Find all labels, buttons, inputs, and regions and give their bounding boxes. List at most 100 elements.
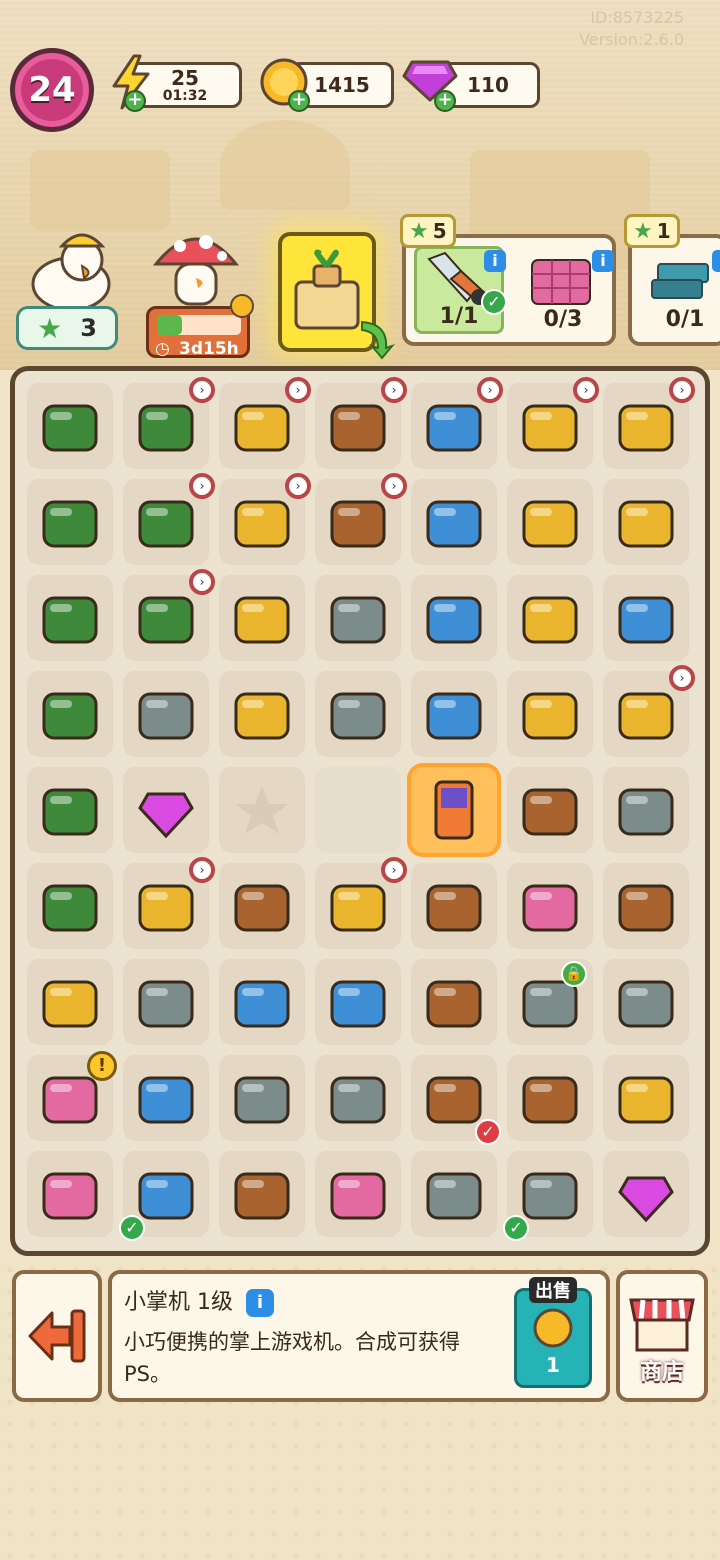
timer-icon: › [381, 857, 407, 883]
board-cell[interactable] [219, 575, 305, 661]
order-slot-count: 0/1 [665, 307, 705, 332]
board-cell[interactable] [603, 767, 689, 853]
board-cell[interactable] [27, 671, 113, 757]
info-icon[interactable]: i [246, 1289, 274, 1317]
board-cell[interactable]: › [123, 473, 215, 565]
board-cell[interactable]: ✓ [411, 1055, 501, 1145]
sell-price: 1 [546, 1353, 560, 1377]
board-cell[interactable]: ✓ [119, 1151, 209, 1241]
board-cell[interactable] [507, 671, 593, 757]
sell-button[interactable]: 出售 1 [514, 1277, 592, 1388]
board-cell[interactable] [27, 767, 113, 853]
shop-icon [629, 1298, 695, 1352]
board-cell[interactable] [411, 863, 497, 949]
board-cell[interactable]: › [123, 377, 215, 469]
player-level-badge[interactable]: 24 [10, 48, 94, 132]
order-card-1[interactable]: 1/1 ✓ 0/3 i i [402, 234, 616, 346]
board-cell[interactable] [219, 671, 305, 757]
board-cell[interactable] [27, 863, 113, 949]
board-cell[interactable] [603, 863, 689, 949]
info-icon[interactable]: i [484, 250, 506, 272]
board-cell[interactable] [27, 575, 113, 661]
board-cell[interactable] [603, 1055, 689, 1141]
board-cell[interactable] [507, 575, 593, 661]
pear-brochure-icon [138, 692, 194, 740]
board-cell[interactable] [219, 767, 305, 853]
board-cell[interactable] [27, 383, 113, 469]
robot-vacuum-box-icon [426, 404, 482, 452]
duck-worker-character[interactable] [26, 226, 116, 310]
board-cell[interactable] [27, 479, 113, 565]
board-cell[interactable] [411, 479, 497, 565]
board-cell[interactable] [219, 863, 305, 949]
board-cell[interactable] [507, 767, 593, 853]
exit-button[interactable] [12, 1270, 102, 1402]
board-cell[interactable] [123, 959, 209, 1045]
board-cell[interactable]: › [315, 857, 407, 949]
board-cell[interactable] [123, 1055, 209, 1141]
board-cell[interactable]: › [219, 377, 311, 469]
board-cell[interactable] [315, 1055, 401, 1141]
timer-icon: › [573, 377, 599, 403]
board-cell[interactable] [219, 959, 305, 1045]
board-cell[interactable] [27, 959, 113, 1045]
board-cell[interactable]: ✓ [503, 1151, 593, 1241]
board-cell[interactable] [603, 959, 689, 1045]
blue-capacitors-icon [426, 692, 482, 740]
timer-icon: › [285, 377, 311, 403]
board-cell[interactable] [27, 1151, 113, 1237]
board-cell[interactable]: › [603, 665, 695, 757]
board-cell[interactable] [603, 479, 689, 565]
board-cell[interactable] [411, 1151, 497, 1237]
order-card-2[interactable]: 0/1 i [628, 234, 720, 346]
board-cell[interactable] [507, 479, 593, 565]
info-icon[interactable]: i [712, 250, 720, 272]
shop-button[interactable]: 商店 [616, 1270, 708, 1402]
timer-icon: › [477, 377, 503, 403]
board-cell[interactable] [411, 671, 497, 757]
bg-box [30, 150, 170, 230]
board-cell[interactable]: › [123, 857, 215, 949]
board-cell[interactable]: › [603, 377, 695, 469]
board-cell[interactable] [315, 767, 401, 853]
board-cell[interactable]: › [507, 377, 599, 469]
board-cell[interactable] [507, 1055, 593, 1141]
board-cell[interactable]: › [219, 473, 311, 565]
board-cell[interactable] [603, 575, 689, 661]
board-cell[interactable] [315, 1151, 401, 1237]
pink-bricks-2-icon [330, 1172, 386, 1220]
add-energy-button[interactable]: + [124, 90, 146, 112]
board-cell[interactable] [411, 767, 497, 853]
add-coins-button[interactable]: + [288, 90, 310, 112]
lock-icon: 🔒 [561, 961, 587, 987]
board-cell[interactable] [123, 767, 209, 853]
board-cell[interactable]: 🔒 [507, 959, 593, 1045]
star-icon: ★ [409, 218, 429, 244]
board-cell[interactable] [123, 671, 209, 757]
board-cell[interactable] [315, 575, 401, 661]
board-cell[interactable]: › [315, 473, 407, 565]
board-cell[interactable] [411, 575, 497, 661]
tape-measure-icon [234, 1172, 290, 1220]
yellow-sofa-icon [234, 692, 290, 740]
board-cell[interactable] [507, 863, 593, 949]
board-cell[interactable] [219, 1055, 305, 1141]
empty-pot-icon [330, 500, 386, 548]
board-cell[interactable] [411, 959, 497, 1045]
timer-icon: › [189, 857, 215, 883]
board-cell[interactable] [219, 1151, 305, 1237]
player-level: 24 [28, 70, 76, 110]
handheld-console-icon [434, 780, 474, 840]
board-cell[interactable]: › [123, 569, 215, 661]
board-cell[interactable]: › [411, 377, 503, 469]
board-cell[interactable]: ! [27, 1051, 117, 1141]
timer-icon: › [381, 377, 407, 403]
info-icon[interactable]: i [592, 250, 614, 272]
board-cell[interactable] [315, 959, 401, 1045]
board-cell[interactable] [603, 1151, 689, 1237]
merge-board: › › › › › › › › › › › › › 🔒! ✓ ✓ ✓ [10, 366, 710, 1256]
board-cell[interactable]: › [315, 377, 407, 469]
add-gems-button[interactable]: + [434, 90, 456, 112]
dark-sack-icon [618, 788, 674, 836]
board-cell[interactable] [315, 671, 401, 757]
